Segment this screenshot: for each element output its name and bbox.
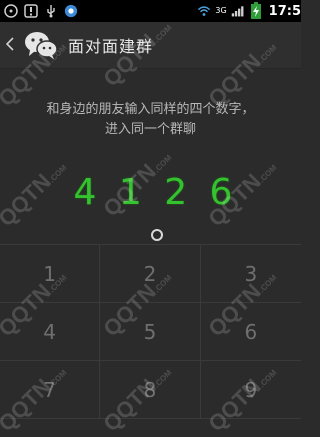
number-keypad: 1 2 3 4 5 6 7 8 9 xyxy=(0,244,301,419)
page-title: 面对面建群 xyxy=(68,37,154,56)
key-6[interactable]: 6 xyxy=(200,303,301,361)
chevron-left-icon xyxy=(5,36,14,51)
key-3[interactable]: 3 xyxy=(200,245,301,303)
warning-icon xyxy=(24,4,38,18)
key-9[interactable]: 9 xyxy=(200,361,301,419)
loading-indicator-icon xyxy=(151,229,163,241)
key-2[interactable]: 2 xyxy=(100,245,201,303)
instructions-line-2: 进入同一个群聊 xyxy=(104,122,196,137)
code-display: 4 1 2 6 xyxy=(68,172,238,213)
code-digit-1: 4 xyxy=(73,172,97,213)
code-digit-3: 2 xyxy=(164,172,188,213)
key-8[interactable]: 8 xyxy=(100,361,201,419)
code-digit-2: 1 xyxy=(118,172,142,213)
watermark-logo: QQTN.COM xyxy=(0,163,69,232)
code-digit-4: 6 xyxy=(209,172,233,213)
debug-icon xyxy=(64,4,78,18)
usb-icon xyxy=(44,4,58,18)
key-7[interactable]: 7 xyxy=(0,361,101,419)
key-1[interactable]: 1 xyxy=(0,245,101,303)
clock-time: 17:5 xyxy=(268,3,301,19)
network-type-label: 3G xyxy=(215,6,227,15)
wifi-icon xyxy=(197,4,211,18)
signal-icon xyxy=(231,4,245,18)
battery-charging-icon xyxy=(249,2,263,19)
status-bar: 3G 17:5 xyxy=(0,0,301,22)
key-5[interactable]: 5 xyxy=(100,303,201,361)
key-4[interactable]: 4 xyxy=(0,303,101,361)
instructions-text: 和身边的朋友输入同样的四个数字， 进入同一个群聊 xyxy=(0,100,301,140)
disc-icon xyxy=(4,4,18,18)
instructions-line-1: 和身边的朋友输入同样的四个数字， xyxy=(46,102,255,117)
back-button[interactable] xyxy=(5,36,18,55)
wechat-logo-icon xyxy=(24,30,58,60)
title-bar: 面对面建群 xyxy=(0,22,301,69)
